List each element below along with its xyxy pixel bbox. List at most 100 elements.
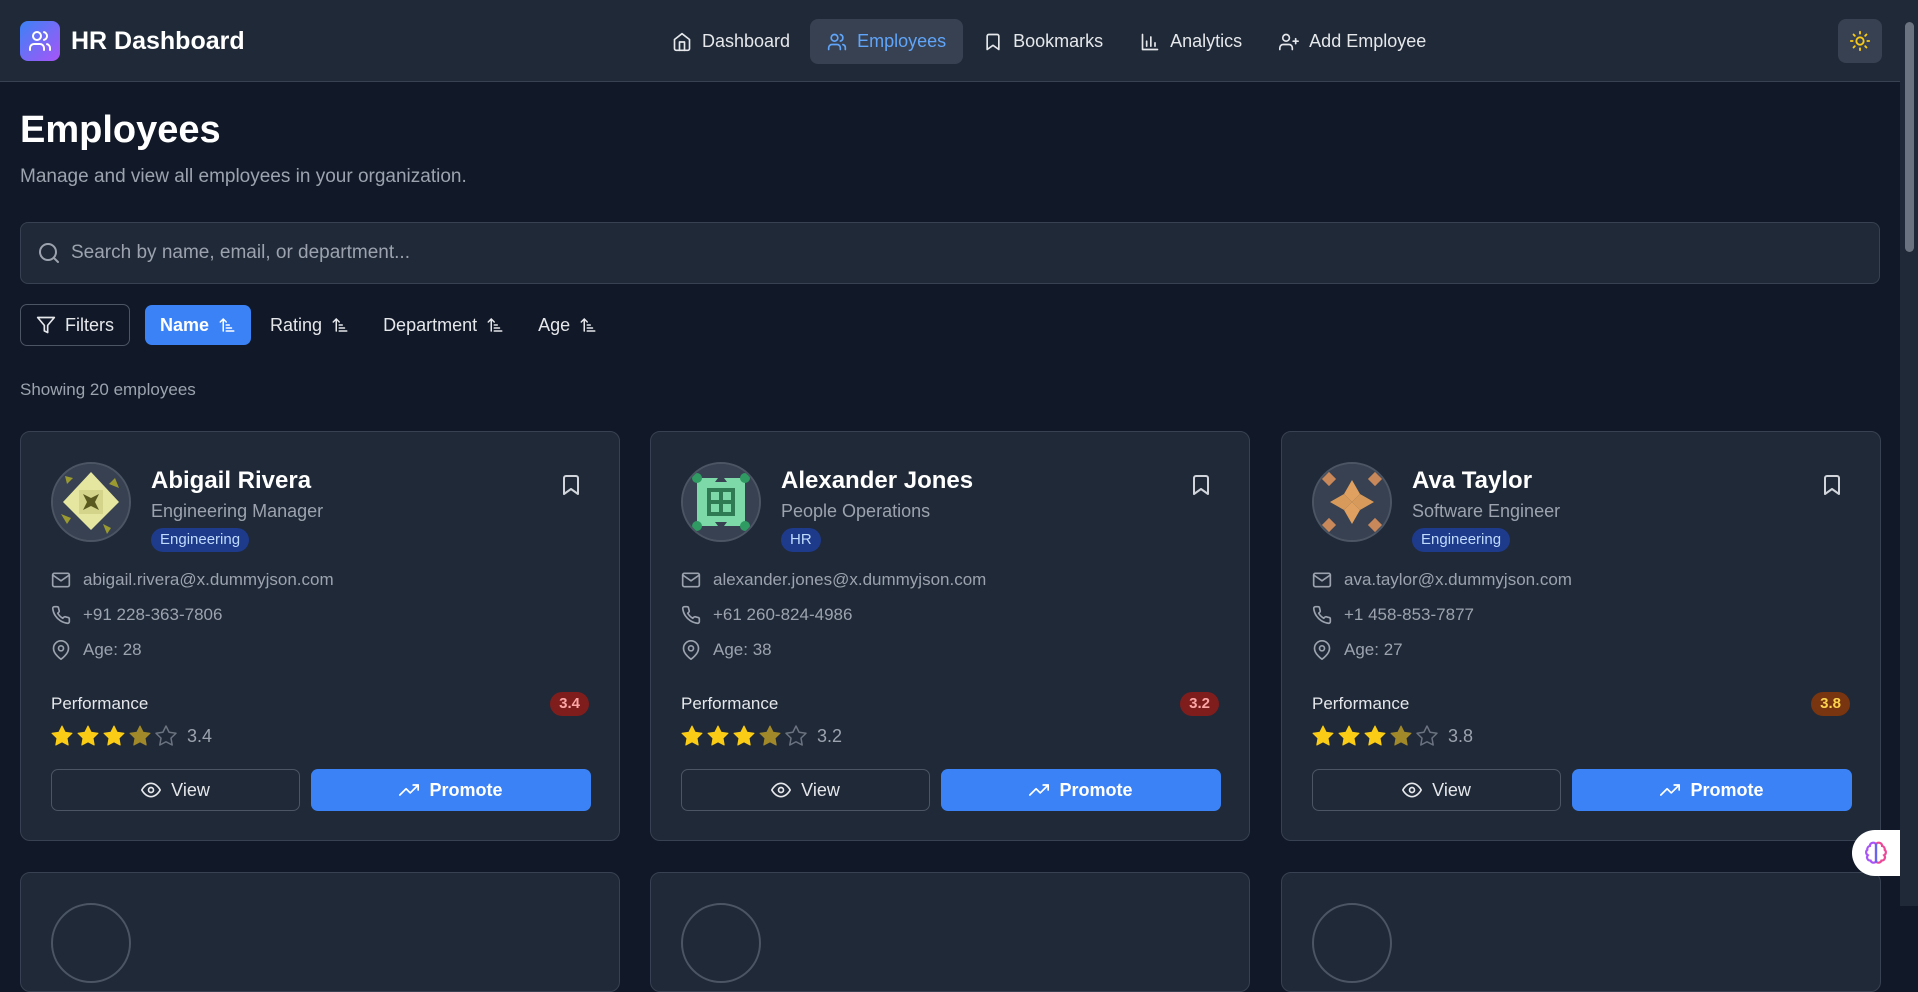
app-title: HR Dashboard (71, 26, 245, 55)
nav-item-label: Employees (857, 31, 947, 51)
age-text: Age: 27 (1344, 640, 1403, 659)
star-rating: 3.2 (680, 724, 842, 748)
rating-badge: 3.2 (1180, 692, 1219, 716)
eye-icon (771, 782, 792, 798)
trending-up-icon (1660, 784, 1681, 796)
performance-label: Performance (681, 694, 779, 713)
employee-card (650, 872, 1250, 992)
search-input[interactable] (71, 223, 1861, 283)
promote-button[interactable]: Promote (941, 769, 1221, 811)
avatar (681, 903, 761, 983)
rating-badge: 3.4 (550, 692, 589, 716)
avatar (51, 903, 131, 983)
employee-email: abigail.rivera@x.dummyjson.com (51, 570, 334, 590)
sort-label: Name (160, 314, 210, 335)
filter-icon (36, 316, 56, 334)
filters-button[interactable]: Filters (20, 304, 130, 346)
star-icon (77, 725, 99, 746)
phone-text: +91 228-363-7806 (83, 605, 223, 624)
sort-ascending-icon (219, 318, 235, 332)
sort-department-button[interactable]: Department (368, 305, 519, 345)
star-icon (1364, 725, 1386, 746)
avatar (1312, 903, 1392, 983)
employee-phone: +1 458-853-7877 (1312, 605, 1474, 625)
eye-icon (141, 782, 162, 798)
star-icon (1338, 725, 1360, 746)
phone-text: +61 260-824-4986 (713, 605, 853, 624)
email-text: ava.taylor@x.dummyjson.com (1344, 570, 1572, 589)
nav-item-label: Add Employee (1309, 31, 1427, 51)
view-label: View (1432, 779, 1471, 800)
department-badge: Engineering (1412, 528, 1511, 552)
assistant-widget-button[interactable] (1852, 830, 1900, 876)
nav-item-employees[interactable]: Employees (810, 19, 964, 64)
employee-age: Age: 28 (51, 640, 142, 660)
filters-label: Filters (65, 314, 114, 335)
bookmark-icon[interactable] (1189, 472, 1213, 498)
sort-label: Department (383, 314, 478, 335)
promote-button[interactable]: Promote (1572, 769, 1852, 811)
employee-card (1281, 872, 1881, 992)
bookmark-icon (986, 33, 1000, 50)
employee-name: Abigail Rivera (151, 467, 312, 494)
theme-toggle-button[interactable] (1838, 19, 1882, 63)
nav-item-analytics[interactable]: Analytics (1123, 19, 1259, 64)
email-text: abigail.rivera@x.dummyjson.com (83, 570, 334, 589)
page-title: Employees (20, 109, 221, 151)
map-pin-icon (1313, 640, 1331, 660)
sort-name-button[interactable]: Name (145, 305, 252, 345)
page-subtitle: Manage and view all employees in your or… (20, 166, 467, 187)
employee-name: Alexander Jones (781, 467, 974, 494)
view-label: View (801, 779, 840, 800)
user-plus-icon (1279, 33, 1300, 50)
age-text: Age: 28 (83, 640, 142, 659)
promote-button[interactable]: Promote (311, 769, 591, 811)
page-scrollbar[interactable] (1900, 0, 1918, 906)
promote-label: Promote (429, 779, 503, 800)
sort-label: Age (538, 314, 571, 335)
performance-label: Performance (51, 694, 149, 713)
bookmark-icon[interactable] (1820, 472, 1844, 498)
star-icon (707, 725, 729, 746)
bookmark-icon[interactable] (559, 472, 583, 498)
employee-phone: +91 228-363-7806 (51, 605, 222, 625)
view-button[interactable]: View (51, 769, 300, 811)
department-badge: HR (781, 528, 821, 552)
promote-label: Promote (1059, 779, 1133, 800)
main-nav: Dashboard Employees Bookmarks Analytics … (655, 19, 1443, 64)
nav-item-bookmarks[interactable]: Bookmarks (966, 19, 1120, 64)
search-box (20, 222, 1880, 284)
brand[interactable]: HR Dashboard (20, 21, 245, 61)
nav-item-dashboard[interactable]: Dashboard (655, 19, 807, 64)
scrollbar-thumb[interactable] (1905, 22, 1914, 252)
promote-label: Promote (1690, 779, 1764, 800)
view-button[interactable]: View (681, 769, 930, 811)
sort-rating-button[interactable]: Rating (255, 305, 364, 345)
sort-ascending-icon (332, 318, 348, 332)
trending-up-icon (1029, 784, 1050, 796)
star-icon (1390, 725, 1412, 746)
email-text: alexander.jones@x.dummyjson.com (713, 570, 987, 589)
view-button[interactable]: View (1312, 769, 1561, 811)
star-icon (733, 725, 755, 746)
star-icon (1312, 725, 1334, 746)
eye-icon (1402, 782, 1423, 798)
users-icon (827, 33, 847, 50)
view-label: View (171, 779, 210, 800)
top-navbar: HR Dashboard Dashboard Employees Bookmar… (0, 0, 1900, 82)
phone-text: +1 458-853-7877 (1344, 605, 1474, 624)
rating-value: 3.4 (187, 725, 213, 746)
sort-toolbar: Filters Name Rating Department Age (20, 304, 612, 346)
nav-item-add-employee[interactable]: Add Employee (1262, 19, 1443, 64)
sort-age-button[interactable]: Age (523, 305, 612, 345)
rating-badge: 3.8 (1811, 692, 1850, 716)
search-icon (39, 243, 59, 263)
star-icon (155, 725, 177, 746)
avatar (1312, 462, 1392, 542)
sort-ascending-icon (580, 318, 596, 332)
employee-name: Ava Taylor (1412, 467, 1533, 494)
nav-item-label: Bookmarks (1013, 31, 1104, 51)
employee-card: Abigail Rivera Engineering Manager Engin… (20, 431, 620, 841)
nav-item-label: Dashboard (702, 31, 791, 51)
star-icon (51, 725, 73, 746)
